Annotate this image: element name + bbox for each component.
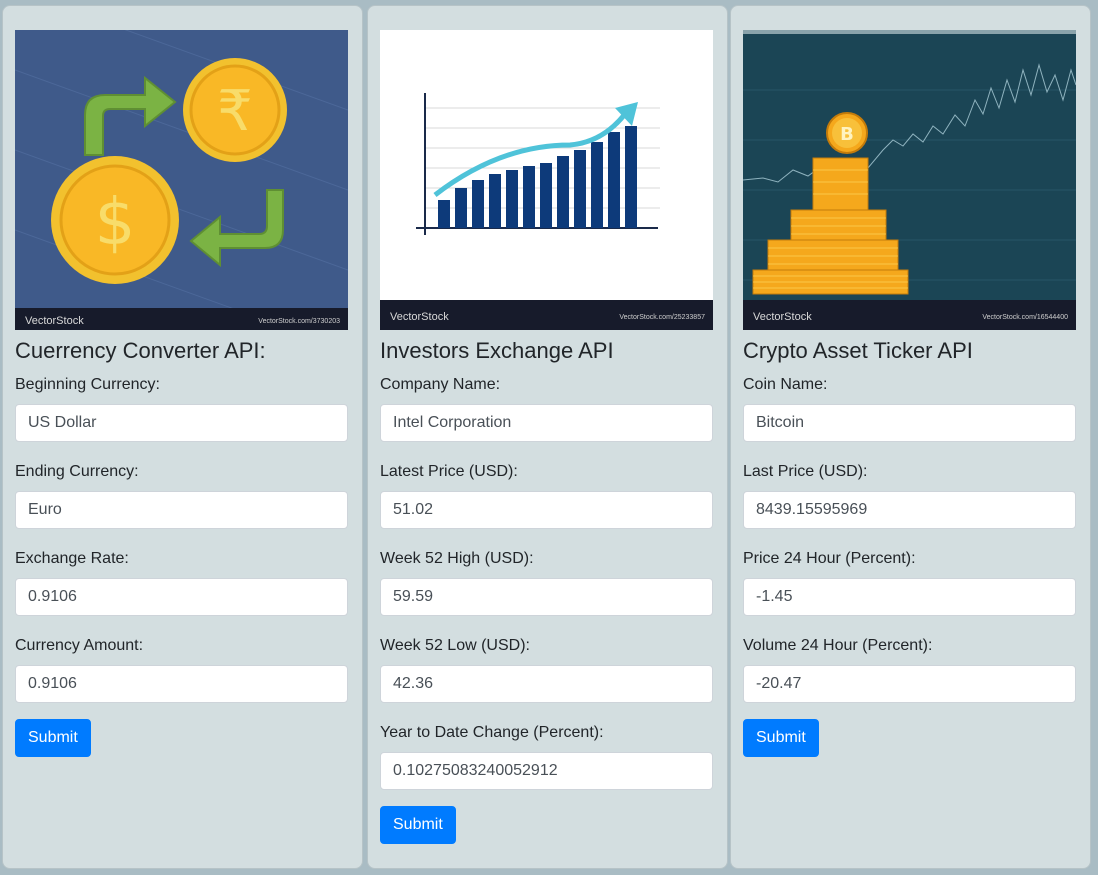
dollar-coin-symbol: $ xyxy=(95,186,136,260)
ending-currency-input[interactable] xyxy=(15,491,348,529)
beginning-currency-input[interactable] xyxy=(15,404,348,442)
vectorstock-ref: VectorStock.com/25233857 xyxy=(619,314,705,321)
vectorstock-logo: VectorStock xyxy=(25,315,84,327)
week52-high-label: Week 52 High (USD): xyxy=(380,550,534,567)
investors-exchange-card: VectorStock VectorStock.com/25233857 Inv… xyxy=(367,5,728,869)
vectorstock-ref: VectorStock.com/16544400 xyxy=(982,314,1068,321)
vectorstock-ref: VectorStock.com/3730203 xyxy=(258,318,340,325)
ytd-change-label: Year to Date Change (Percent): xyxy=(380,724,604,741)
illustration-bar xyxy=(489,174,501,228)
rupee-coin-symbol: ₹ xyxy=(217,79,253,144)
illustration-bar xyxy=(608,132,620,228)
illustration-bar xyxy=(625,126,637,228)
coin-name-input[interactable] xyxy=(743,404,1076,442)
coin-name-label: Coin Name: xyxy=(743,376,828,393)
latest-price-label: Latest Price (USD): xyxy=(380,463,518,480)
exchange-rate-label: Exchange Rate: xyxy=(15,550,129,567)
ytd-change-input[interactable] xyxy=(380,752,713,790)
illustration-bar xyxy=(574,150,586,228)
vectorstock-logo: VectorStock xyxy=(753,311,812,323)
latest-price-input[interactable] xyxy=(380,491,713,529)
investors-submit-button[interactable]: Submit xyxy=(380,806,456,844)
illustration-bar xyxy=(557,156,569,228)
company-name-input[interactable] xyxy=(380,404,713,442)
currency-exchange-image: ₹ $ VectorStock VectorStock.com/3730203 xyxy=(15,30,348,330)
illustration-bar xyxy=(455,188,467,228)
bitcoin-coin-symbol: B xyxy=(840,124,854,145)
bitcoin-stacks-image: B VectorStock VectorStock.com/16544400 xyxy=(743,30,1076,330)
price-24h-label: Price 24 Hour (Percent): xyxy=(743,550,916,567)
illustration-bar xyxy=(523,166,535,228)
card-title: Crypto Asset Ticker API xyxy=(743,338,973,363)
week52-high-input[interactable] xyxy=(380,578,713,616)
price-24h-input[interactable] xyxy=(743,578,1076,616)
volume-24h-label: Volume 24 Hour (Percent): xyxy=(743,637,933,654)
illustration-bar xyxy=(540,163,552,228)
volume-24h-input[interactable] xyxy=(743,665,1076,703)
ending-currency-label: Ending Currency: xyxy=(15,463,139,480)
currency-amount-input[interactable] xyxy=(15,665,348,703)
crypto-ticker-card: B VectorStock VectorStock.com/16544400 C… xyxy=(730,5,1091,869)
card-title: Cuerrency Converter API: xyxy=(15,338,266,363)
exchange-rate-input[interactable] xyxy=(15,578,348,616)
vectorstock-logo: VectorStock xyxy=(390,311,449,323)
illustration-bar xyxy=(506,170,518,228)
week52-low-input[interactable] xyxy=(380,665,713,703)
currency-converter-card: ₹ $ VectorStock VectorStock.com/3730203 … xyxy=(2,5,363,869)
page: ₹ $ VectorStock VectorStock.com/3730203 … xyxy=(0,0,1098,875)
illustration-bar xyxy=(591,142,603,228)
illustration-bar xyxy=(472,180,484,228)
week52-low-label: Week 52 Low (USD): xyxy=(380,637,530,654)
beginning-currency-label: Beginning Currency: xyxy=(15,376,160,393)
last-price-input[interactable] xyxy=(743,491,1076,529)
currency-amount-label: Currency Amount: xyxy=(15,637,144,654)
illustration-bar xyxy=(438,200,450,228)
currency-submit-button[interactable]: Submit xyxy=(15,719,91,757)
company-name-label: Company Name: xyxy=(380,376,501,393)
last-price-label: Last Price (USD): xyxy=(743,463,868,480)
card-title: Investors Exchange API xyxy=(380,338,614,363)
crypto-submit-button[interactable]: Submit xyxy=(743,719,819,757)
growth-chart-image: VectorStock VectorStock.com/25233857 xyxy=(380,30,713,330)
